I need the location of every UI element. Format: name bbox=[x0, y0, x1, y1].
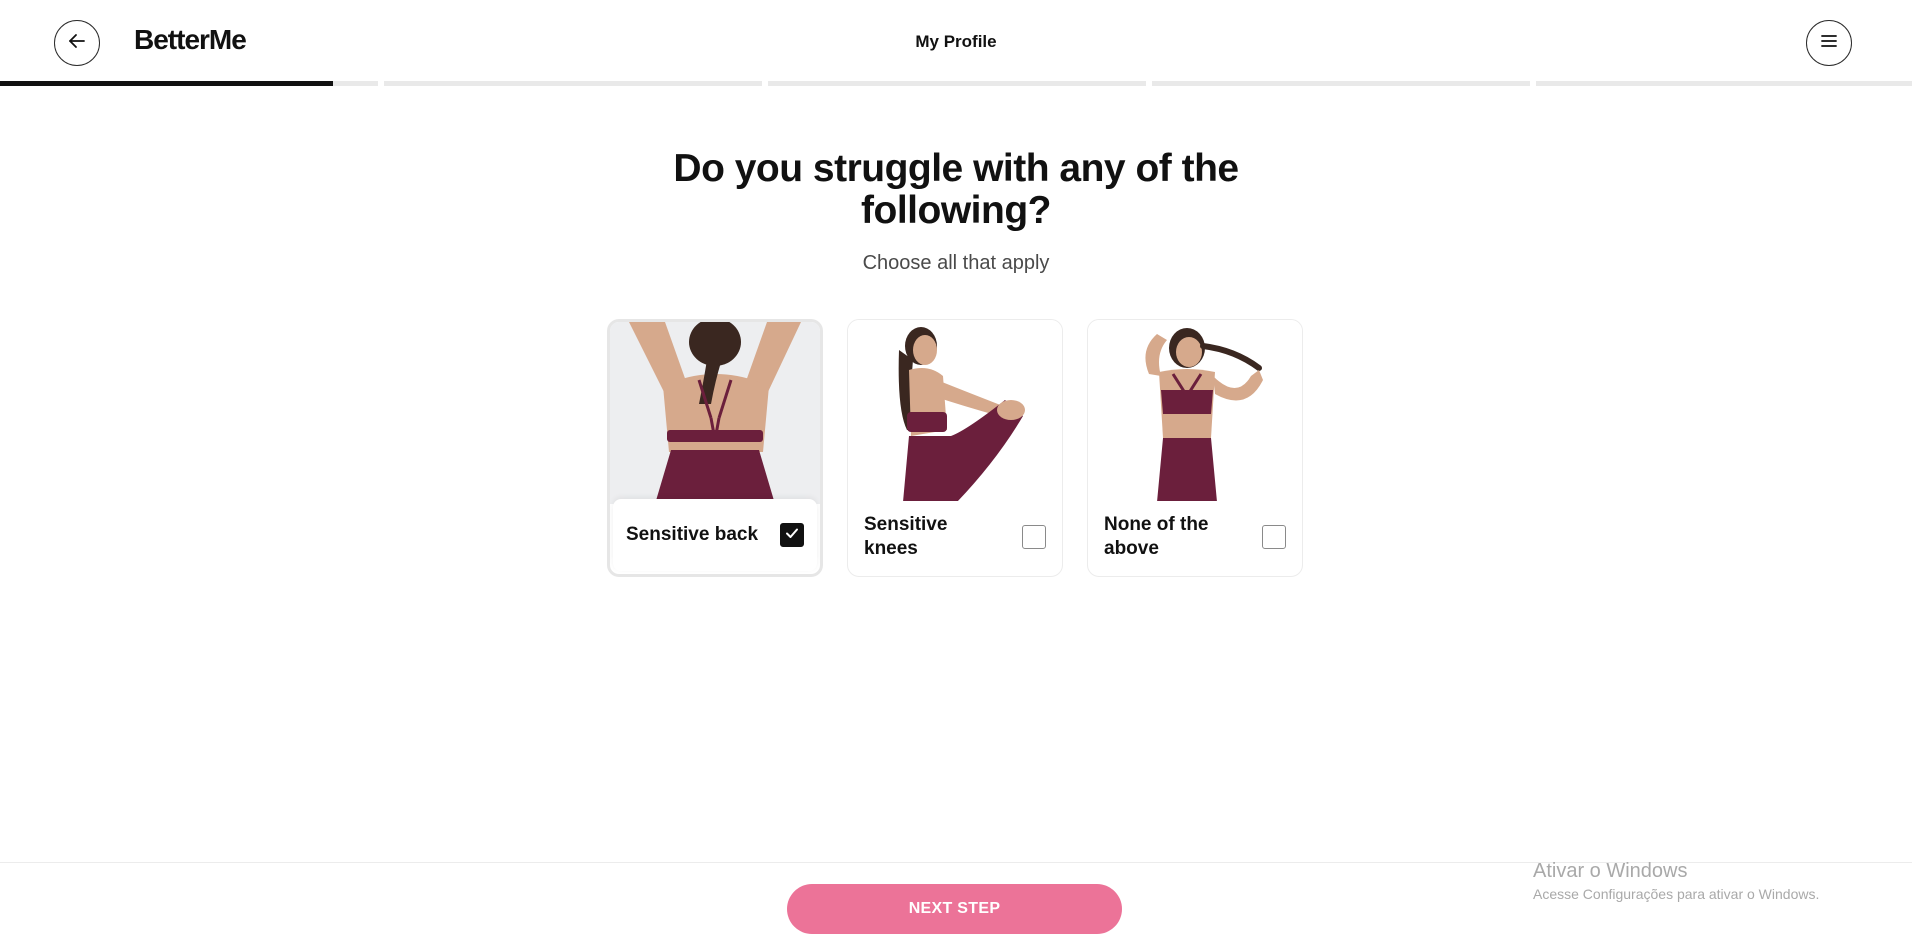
woman-sitting-holding-knee-photo bbox=[848, 320, 1062, 502]
next-step-button[interactable]: NEXT STEP bbox=[787, 884, 1122, 934]
option-checkbox[interactable] bbox=[780, 523, 804, 547]
option-card-sensitive-back[interactable]: Sensitive back bbox=[607, 319, 823, 577]
option-label-area: Sensitive back bbox=[613, 499, 817, 571]
page-title: My Profile bbox=[915, 32, 997, 51]
watermark-title: Ativar o Windows bbox=[1533, 860, 1688, 882]
option-checkbox[interactable] bbox=[1022, 525, 1046, 549]
woman-standing-holding-ponytail-photo bbox=[1088, 320, 1302, 502]
progress-segment-3 bbox=[768, 81, 1146, 86]
question-title: Do you struggle with any of the followin… bbox=[673, 147, 1239, 232]
progress-bar bbox=[0, 81, 1912, 86]
progress-fill bbox=[0, 81, 333, 86]
option-label: Sensitive back bbox=[626, 524, 759, 545]
option-card-none-of-the-above[interactable]: None of the above bbox=[1087, 319, 1303, 577]
question-subtitle: Choose all that apply bbox=[862, 252, 1050, 274]
windows-activation-watermark: Ativar o Windows Acesse Configurações pa… bbox=[1533, 858, 1819, 904]
option-label-area: None of the above bbox=[1091, 501, 1299, 573]
checkmark-icon bbox=[784, 525, 800, 546]
option-card-sensitive-knees[interactable]: Sensitive knees bbox=[847, 319, 1063, 577]
progress-segment-5 bbox=[1536, 81, 1912, 86]
woman-back-view-photo bbox=[610, 322, 820, 504]
menu-button[interactable] bbox=[1806, 20, 1852, 66]
option-label-area: Sensitive knees bbox=[851, 501, 1059, 573]
progress-segment-2 bbox=[384, 81, 762, 86]
watermark-subtitle: Acesse Configurações para ativar o Windo… bbox=[1533, 886, 1820, 902]
option-label: Sensitive knees bbox=[864, 514, 948, 559]
progress-segment-1 bbox=[0, 81, 378, 86]
progress-segment-4 bbox=[1152, 81, 1530, 86]
hamburger-menu-icon bbox=[1819, 31, 1839, 56]
onboarding-page: BetterMe My Profile Do you struggle with… bbox=[0, 0, 1912, 947]
option-label: None of the above bbox=[1104, 514, 1209, 559]
top-bar: BetterMe My Profile bbox=[0, 0, 1912, 86]
option-checkbox[interactable] bbox=[1262, 525, 1286, 549]
